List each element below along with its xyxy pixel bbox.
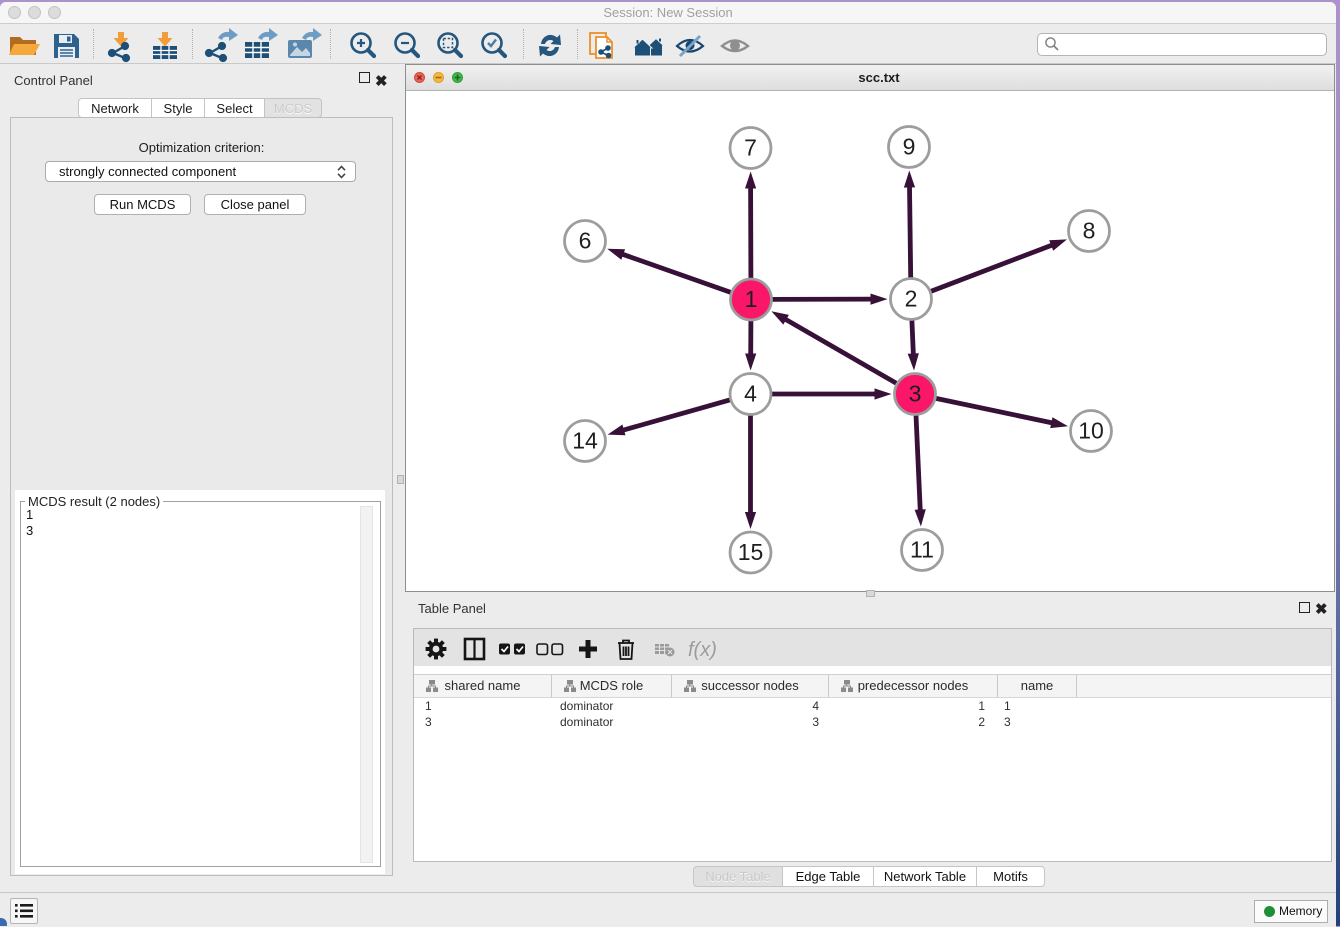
svg-text:8: 8 bbox=[1083, 218, 1096, 244]
svg-text:7: 7 bbox=[744, 135, 757, 161]
svg-text:6: 6 bbox=[579, 228, 592, 254]
svg-text:1: 1 bbox=[745, 286, 758, 312]
svg-text:15: 15 bbox=[738, 539, 764, 565]
svg-text:2: 2 bbox=[905, 286, 918, 312]
svg-text:11: 11 bbox=[910, 537, 934, 563]
svg-text:3: 3 bbox=[909, 381, 922, 407]
svg-text:4: 4 bbox=[744, 381, 757, 407]
svg-text:10: 10 bbox=[1078, 418, 1104, 444]
svg-text:9: 9 bbox=[903, 134, 916, 160]
svg-text:f(x): f(x) bbox=[688, 639, 717, 661]
svg-text:14: 14 bbox=[572, 428, 598, 454]
